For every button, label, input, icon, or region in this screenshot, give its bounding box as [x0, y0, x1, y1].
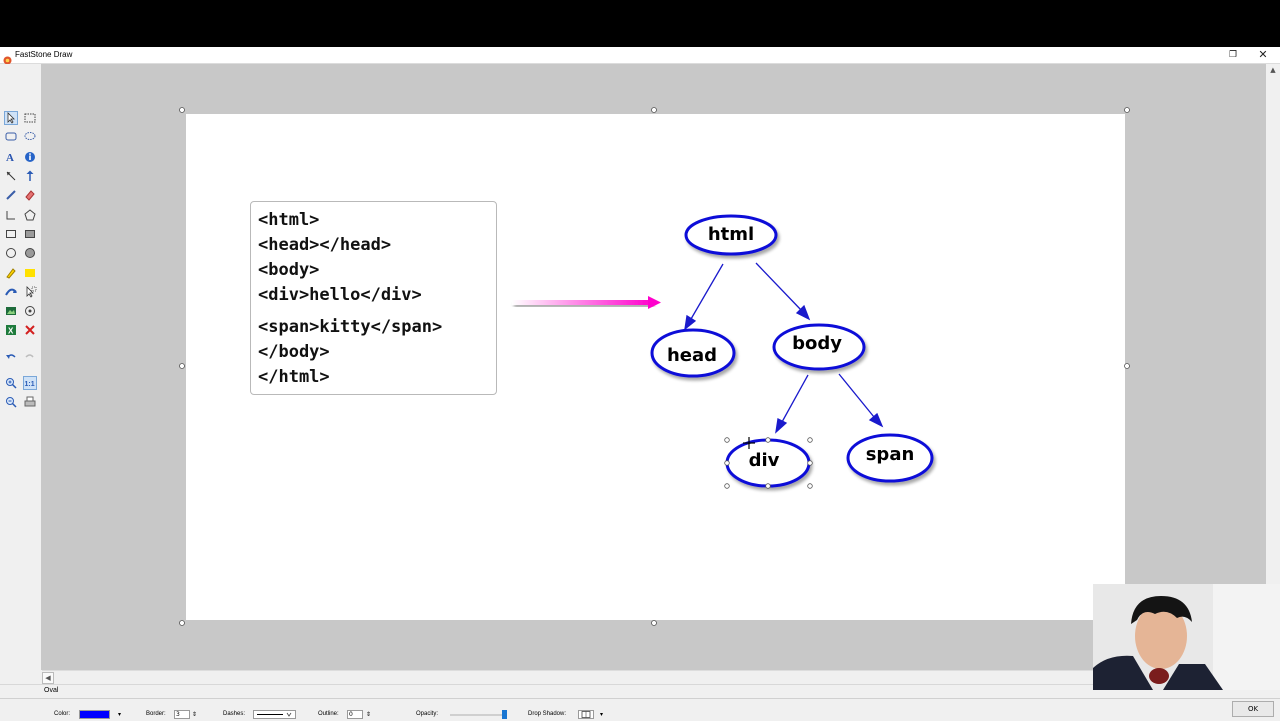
- dashes-label: Dashes:: [223, 711, 246, 717]
- close-button[interactable]: ✕: [1256, 47, 1270, 63]
- vertical-scrollbar[interactable]: ▲: [1266, 64, 1280, 670]
- status-bar: Oval: [0, 684, 1280, 699]
- filled-circle-icon[interactable]: [23, 246, 37, 260]
- dashes-select[interactable]: [253, 710, 296, 719]
- curve-arrow-icon[interactable]: [4, 285, 18, 299]
- status-text: Oval: [44, 687, 59, 694]
- yellow-fill-icon[interactable]: [23, 266, 37, 280]
- opacity-label: Opacity:: [416, 711, 439, 717]
- svg-text:1:1: 1:1: [25, 381, 35, 388]
- node-html-label: html: [707, 224, 755, 245]
- node-head-label: head: [666, 345, 718, 366]
- horizontal-scrollbar[interactable]: ◀: [42, 670, 1266, 684]
- code-line: <head></head>: [258, 235, 392, 255]
- code-line: <span>kitty</span>: [258, 317, 443, 337]
- window-title: FastStone Draw: [15, 50, 73, 59]
- color-label: Color:: [54, 711, 71, 717]
- opacity-slider-thumb[interactable]: [502, 710, 507, 719]
- code-line: </html>: [258, 367, 330, 387]
- circle-icon[interactable]: [4, 246, 18, 260]
- edge-body-div[interactable]: [775, 374, 809, 434]
- node-span-label: span: [865, 444, 915, 465]
- toolbox: A X 1:1: [0, 64, 42, 670]
- properties-bar: Color: ▾ Border: 3 ⇕ Dashes: Outline: 0 …: [0, 698, 1280, 721]
- lasso-free-icon[interactable]: [23, 130, 37, 144]
- code-line: </body>: [258, 342, 330, 362]
- redo-icon[interactable]: [23, 350, 37, 364]
- polygon-icon[interactable]: [23, 208, 37, 222]
- drawing-layer: [179, 107, 1130, 626]
- outline-spinner-icon[interactable]: ⇕: [366, 711, 371, 718]
- svg-text:A: A: [6, 152, 14, 164]
- border-field[interactable]: 3: [174, 710, 190, 719]
- opacity-slider-track[interactable]: [450, 714, 506, 716]
- faststone-draw-icon: [3, 50, 12, 65]
- outline-field[interactable]: 0: [347, 710, 363, 719]
- node-div-label: div: [748, 450, 780, 471]
- text-icon[interactable]: A: [4, 150, 18, 164]
- lasso-icon[interactable]: [4, 130, 18, 144]
- zoom-in-icon[interactable]: [4, 376, 18, 390]
- restore-button[interactable]: ❐: [1226, 47, 1240, 63]
- excel-icon[interactable]: X: [4, 323, 18, 337]
- ok-button[interactable]: OK: [1232, 701, 1274, 717]
- pink-arrow[interactable]: [512, 296, 661, 309]
- presenter-video-icon: [1093, 584, 1280, 690]
- border-spinner-icon[interactable]: ⇕: [192, 711, 197, 718]
- rect-select-icon[interactable]: [23, 111, 37, 125]
- webcam-overlay: [1093, 584, 1280, 690]
- code-line: <div>hello</div>: [258, 285, 422, 305]
- drop-shadow-dropdown-icon[interactable]: ▾: [600, 711, 603, 718]
- drop-shadow-label: Drop Shadow:: [528, 711, 567, 717]
- undo-icon[interactable]: [4, 350, 18, 364]
- code-line: <html>: [258, 210, 320, 230]
- delete-icon[interactable]: [23, 323, 37, 337]
- image-icon[interactable]: [4, 304, 18, 318]
- drop-shadow-button[interactable]: [578, 710, 594, 719]
- actual-size-icon[interactable]: 1:1: [23, 376, 37, 390]
- rectangle-icon[interactable]: [4, 227, 18, 241]
- line-arrow-icon[interactable]: [4, 169, 18, 183]
- edge-html-body[interactable]: [755, 262, 811, 321]
- pen-icon[interactable]: [4, 188, 18, 202]
- scroll-left-icon[interactable]: ◀: [42, 672, 54, 684]
- print-icon[interactable]: [23, 395, 37, 409]
- canvas-area[interactable]: <html> <head></head> <body> <div>hello</…: [42, 64, 1266, 670]
- edge-body-span[interactable]: [838, 373, 884, 428]
- code-line: <body>: [258, 260, 320, 280]
- color-dropdown-icon[interactable]: ▾: [118, 711, 121, 718]
- node-body-label: body: [792, 333, 842, 354]
- title-bar: FastStone Draw ❐ ✕: [0, 47, 1280, 65]
- html-code-box[interactable]: <html> <head></head> <body> <div>hello</…: [250, 201, 497, 395]
- edge-html-head[interactable]: [684, 263, 724, 331]
- filled-rectangle-icon[interactable]: [23, 227, 37, 241]
- scroll-up-icon[interactable]: ▲: [1266, 64, 1280, 76]
- border-label: Border:: [146, 711, 166, 717]
- eraser-icon[interactable]: [23, 188, 37, 202]
- svg-text:X: X: [8, 327, 14, 336]
- color-swatch[interactable]: [79, 710, 110, 719]
- polyline-icon[interactable]: [4, 208, 18, 222]
- cursor-arrow-icon[interactable]: [23, 285, 37, 299]
- app-window: FastStone Draw ❐ ✕ A X 1:1 <html> <head>…: [0, 47, 1280, 721]
- select-icon[interactable]: [4, 111, 18, 125]
- up-arrow-icon[interactable]: [23, 169, 37, 183]
- info-icon[interactable]: [23, 150, 37, 164]
- outline-label: Outline:: [318, 711, 339, 717]
- stamp-icon[interactable]: [23, 304, 37, 318]
- zoom-out-icon[interactable]: [4, 395, 18, 409]
- highlighter-icon[interactable]: [4, 266, 18, 280]
